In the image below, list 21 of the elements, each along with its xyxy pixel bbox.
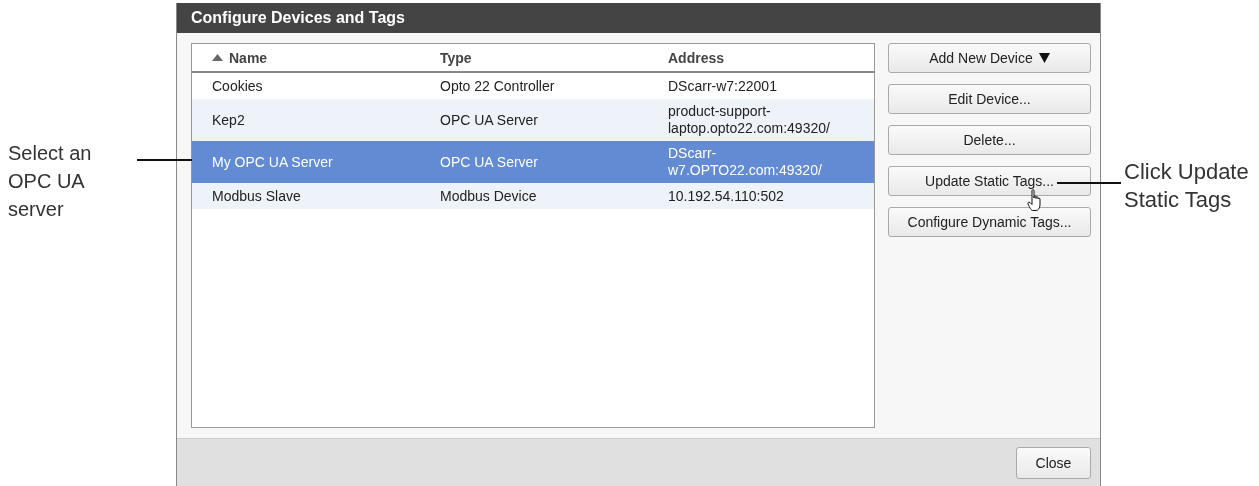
table-cell[interactable]: OPC UA Server [431,99,659,141]
toolbar-button[interactable]: Edit Device... [888,84,1091,114]
table-cell[interactable]: Opto 22 Controller [431,73,659,99]
table-cell[interactable]: DScarr-w7:22001 [668,77,858,95]
toolbar-button[interactable]: Delete... [888,125,1091,155]
column-header[interactable]: Address [659,44,874,73]
callout-text: Click Update Static Tags [1124,158,1250,214]
table-cell[interactable]: Cookies [192,73,431,99]
callout-text: Select an OPC UA server [8,141,93,222]
toolbar-button[interactable]: Configure Dynamic Tags... [888,207,1091,237]
close-button[interactable]: Close [1016,446,1091,479]
table-cell[interactable]: Kep2 [192,99,431,141]
leader-line [137,159,192,161]
column-header[interactable]: Name [192,44,431,73]
leader-line [1057,182,1121,184]
toolbar-button[interactable]: Add New Device [888,43,1091,73]
column-header[interactable]: Type [431,44,659,73]
table-cell[interactable]: Modbus Slave [192,183,431,209]
toolbar-button[interactable]: Update Static Tags... [888,166,1091,196]
table-cell[interactable]: Modbus Device [431,183,659,209]
window-title: Configure Devices and Tags [177,3,1100,33]
